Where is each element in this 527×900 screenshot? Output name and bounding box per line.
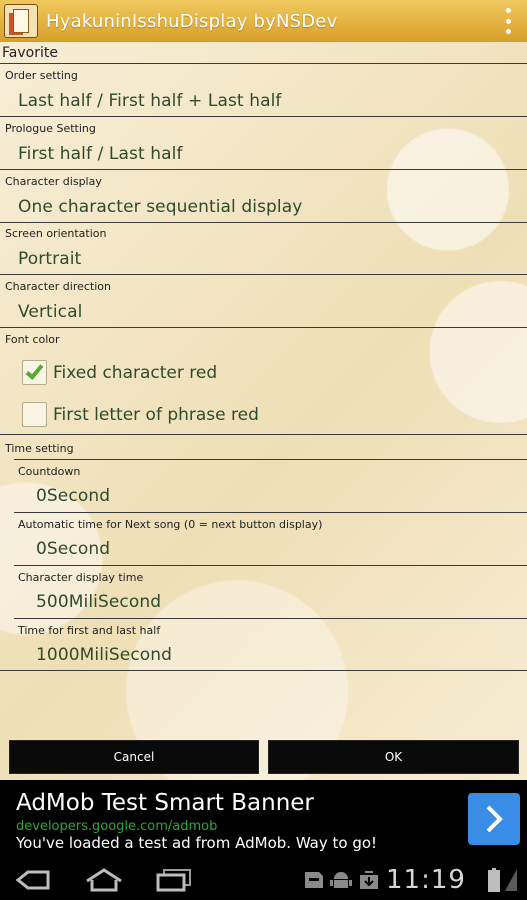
checkbox-label: First letter of phrase red	[53, 405, 259, 425]
divider	[0, 63, 527, 64]
status-clock: 11:19	[386, 865, 466, 895]
pref-label: Character display time	[18, 571, 144, 584]
back-icon[interactable]	[14, 867, 52, 893]
checkmark-icon	[25, 361, 44, 380]
list-header: Favorite	[2, 45, 58, 61]
home-icon[interactable]	[84, 867, 124, 893]
pref-label: Character display	[5, 175, 102, 188]
pref-label: Character direction	[5, 280, 112, 293]
divider	[14, 459, 527, 460]
divider	[14, 618, 527, 619]
ok-button[interactable]: OK	[268, 740, 519, 774]
divider	[0, 434, 527, 435]
pref-value: Vertical	[18, 302, 83, 322]
pref-value: One character sequential display	[18, 197, 303, 217]
divider	[0, 327, 527, 328]
system-bar: 11:19	[0, 861, 527, 900]
pref-value: Last half / First half + Last half	[18, 91, 282, 111]
pref-value: Portrait	[18, 249, 82, 269]
divider	[0, 116, 527, 117]
ad-open-button[interactable]	[468, 793, 520, 845]
pref-value: 0Second	[36, 486, 111, 506]
signal-icon	[505, 869, 517, 891]
divider	[14, 565, 527, 566]
pref-value: 500MiliSecond	[36, 592, 162, 612]
app-title: HyakuninIsshuDisplay byNSDev	[46, 10, 338, 32]
ad-banner[interactable]: AdMob Test Smart Banner developers.googl…	[0, 780, 527, 861]
divider	[0, 274, 527, 275]
divider	[0, 670, 527, 671]
pref-value: 1000MiliSecond	[36, 645, 173, 665]
ad-url[interactable]: developers.google.com/admob	[16, 819, 217, 834]
pref-label: Countdown	[18, 465, 81, 478]
pref-label: Prologue Setting	[5, 122, 96, 135]
checkbox[interactable]	[22, 402, 47, 427]
download-icon	[360, 871, 378, 889]
cancel-button[interactable]: Cancel	[9, 740, 259, 774]
checkbox[interactable]	[22, 360, 47, 385]
android-debug-icon	[330, 872, 352, 888]
action-bar: HyakuninIsshuDisplay byNSDev	[0, 0, 527, 42]
ad-title: AdMob Test Smart Banner	[16, 790, 314, 816]
pref-value: 0Second	[36, 539, 111, 559]
font-color-header: Font color	[5, 333, 60, 346]
app-icon	[4, 4, 38, 38]
preferences-list: Favorite Order setting Last half / First…	[0, 42, 527, 780]
divider	[14, 512, 527, 513]
ad-text: You've loaded a test ad from AdMob. Way …	[16, 834, 378, 852]
divider	[0, 222, 527, 223]
overflow-menu-icon[interactable]	[503, 8, 513, 34]
pref-label: Order setting	[5, 69, 78, 82]
battery-icon	[488, 868, 500, 892]
recent-apps-icon[interactable]	[155, 867, 193, 893]
pref-label: Automatic time for Next song (0 = next b…	[18, 518, 323, 531]
pref-value: First half / Last half	[18, 144, 183, 164]
sd-card-icon	[305, 872, 323, 888]
pref-label: Time for first and last half	[18, 624, 161, 637]
divider	[0, 169, 527, 170]
checkbox-label: Fixed character red	[53, 363, 218, 383]
time-setting-header: Time setting	[5, 442, 74, 455]
pref-label: Screen orientation	[5, 227, 107, 240]
chevron-right-icon	[486, 805, 503, 833]
